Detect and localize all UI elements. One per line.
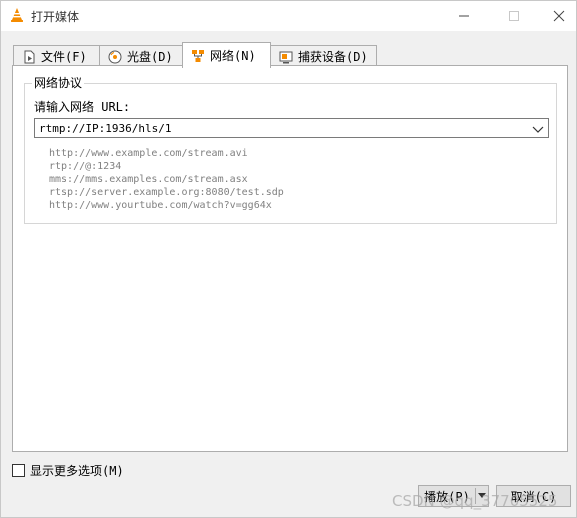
example-url: rtp://@:1234 [49, 161, 122, 172]
network-protocol-group: 网络协议 请输入网络 URL: http://www.example.com/s… [24, 74, 557, 224]
open-media-dialog: 打开媒体 文件(F) 光盘(D) 网络(N) 捕获设备(D) 网络协议 请输入网… [0, 0, 577, 518]
tab-network-label: 网络(N) [210, 49, 256, 63]
network-tab-panel: 网络协议 请输入网络 URL: http://www.example.com/s… [12, 65, 568, 452]
example-url: http://www.example.com/stream.avi [49, 148, 248, 159]
tab-capture-device[interactable]: 捕获设备(D) [270, 45, 377, 67]
url-input[interactable] [35, 119, 525, 137]
more-options-label[interactable]: 显示更多选项(M) [30, 462, 124, 479]
maximize-button[interactable] [491, 1, 537, 31]
example-url: mms://mms.examples.com/stream.asx [49, 174, 248, 185]
tab-network[interactable]: 网络(N) [182, 42, 271, 68]
minimize-icon [459, 15, 469, 17]
maximize-icon [509, 11, 519, 21]
tab-disc-label: 光盘(D) [127, 50, 173, 64]
chevron-down-icon[interactable] [532, 123, 544, 133]
tab-file[interactable]: 文件(F) [13, 45, 100, 67]
close-button[interactable] [536, 1, 577, 31]
disc-icon [108, 50, 122, 64]
file-icon [22, 50, 36, 64]
url-combobox[interactable] [34, 118, 549, 138]
url-examples: http://www.example.com/stream.avi rtp://… [49, 147, 284, 212]
example-url: http://www.yourtube.com/watch?v=gg64x [49, 200, 272, 211]
show-more-options[interactable]: 显示更多选项(M) [12, 462, 124, 479]
example-url: rtsp://server.example.org:8080/test.sdp [49, 187, 284, 198]
url-label: 请输入网络 URL: [34, 100, 131, 114]
close-icon [553, 10, 565, 22]
minimize-button[interactable] [441, 1, 487, 31]
vlc-cone-icon [9, 7, 25, 23]
tab-disc[interactable]: 光盘(D) [99, 45, 183, 67]
more-options-checkbox[interactable] [12, 464, 25, 477]
network-icon [191, 49, 205, 63]
title-bar: 打开媒体 [1, 1, 576, 31]
window-title: 打开媒体 [31, 10, 80, 24]
watermark: CSDN @qq_37705525 [392, 492, 558, 510]
capture-device-icon [279, 50, 293, 64]
group-title: 网络协议 [32, 74, 85, 91]
tab-file-label: 文件(F) [41, 50, 87, 64]
tab-capture-device-label: 捕获设备(D) [298, 50, 368, 64]
